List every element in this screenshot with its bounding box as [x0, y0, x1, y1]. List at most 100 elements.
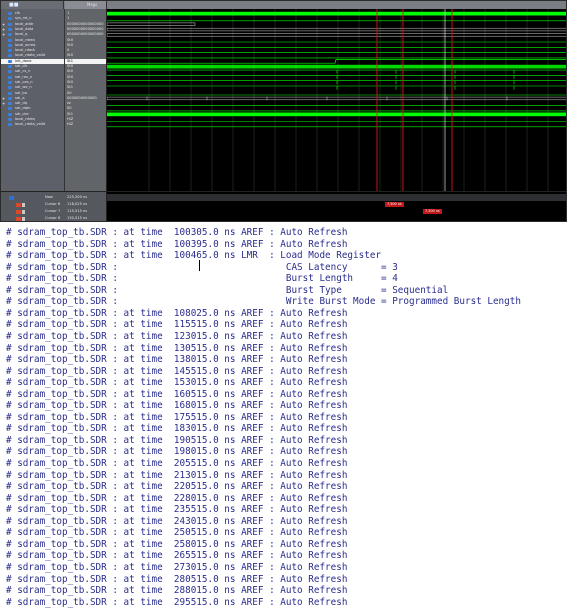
transcript-line: # sdram_top_tb.SDR : at time 288015.0 ns…	[6, 585, 348, 597]
signal-icon	[8, 96, 12, 100]
signal-icon	[8, 75, 12, 79]
signal-icon	[8, 112, 12, 116]
signal-icon	[8, 107, 12, 111]
cursor-row[interactable]: Cursor 8 130,515 ns	[1, 215, 107, 221]
cursor-icon[interactable]	[16, 209, 21, 214]
time-ruler[interactable]: 7,500 ns 7,500 ns	[107, 192, 566, 221]
bus-trace	[107, 33, 566, 37]
signal-name: local_rdata_valid	[15, 122, 46, 127]
transcript-line: # sdram_top_tb.SDR : Write Burst Mode = …	[6, 296, 521, 308]
transcript-line: # sdram_top_tb.SDR : at time 190515.0 ns…	[6, 434, 348, 446]
lock-icon[interactable]	[22, 209, 25, 214]
cursor-value: 225,300 ns	[67, 195, 88, 199]
transcript-line: # sdram_top_tb.SDR : at time 295515.0 ns…	[6, 596, 348, 608]
cursor-value: 115,515 ns	[67, 209, 88, 213]
transcript-line: # sdram_top_tb.SDR : at time 228015.0 ns…	[6, 492, 348, 504]
cursor-list[interactable]: Now 225,300 ns Cursor 6 118,025 ns Cursor 7 1…	[1, 192, 107, 221]
signal-icon	[8, 38, 12, 42]
bus-trace	[107, 27, 566, 32]
transcript-line: # sdram_top_tb.SDR : at time 205515.0 ns…	[6, 458, 348, 469]
transcript-line: # sdram_top_tb.SDR : at time 145515.0 ns…	[6, 365, 348, 377]
bus-trace	[107, 22, 196, 26]
lock-icon[interactable]	[22, 216, 25, 221]
signal-icon	[8, 54, 12, 58]
time-ruler-bar	[107, 194, 566, 201]
msgs-column-header[interactable]: Msgs	[65, 1, 107, 9]
transcript-line: # sdram_top_tb.SDR : at time 100305.0 ns…	[6, 227, 348, 238]
cursor-row[interactable]: Now 225,300 ns	[1, 194, 107, 201]
signal-value-row[interactable]: HiZ	[65, 122, 106, 127]
wave-header: ■■ Msgs	[1, 1, 566, 9]
bus-trace	[107, 96, 566, 101]
signal-icon	[8, 59, 12, 63]
transcript-line: # sdram_top_tb.SDR : Burst Length = 4	[6, 273, 398, 285]
transcript-line: # sdram_top_tb.SDR : CAS Latency = 3	[6, 261, 398, 273]
signal-icon	[8, 86, 12, 90]
cursor-panel: Now 225,300 ns Cursor 6 118,025 ns Cursor 7 1…	[1, 191, 566, 221]
cursor-row[interactable]: Cursor 7 115,515 ns	[1, 208, 107, 215]
signal-icon	[8, 33, 12, 37]
transcript-line: # sdram_top_tb.SDR : at time 115515.0 ns…	[6, 319, 348, 331]
transcript-line: # sdram_top_tb.SDR : at time 220515.0 ns…	[6, 481, 348, 493]
signal-value: HiZ	[67, 122, 74, 127]
signal-icon	[8, 12, 12, 15]
transcript-line: # sdram_top_tb.SDR : at time 235515.0 ns…	[6, 504, 348, 516]
transcript-line: # sdram_top_tb.SDR : at time 138015.0 ns…	[6, 354, 348, 366]
cursor-icon[interactable]	[16, 216, 21, 221]
transcript-line: # sdram_top_tb.SDR : at time 153015.0 ns…	[6, 377, 348, 389]
transcript-line: # sdram_top_tb.SDR : at time 198015.0 ns…	[6, 446, 348, 458]
signal-icon	[8, 70, 12, 74]
signal-icon	[8, 27, 12, 31]
signal-name-list[interactable]: clk sys_rst_n + local_addr + local_data + local…	[1, 9, 65, 191]
signal-value-list[interactable]: 1 1 0000000000000000 0000000000000000 000000…	[65, 9, 107, 191]
signal-icon	[8, 123, 12, 127]
cursor-delta-label-1[interactable]: 7,500 ns	[385, 202, 404, 207]
transcript-line: # sdram_top_tb.SDR : at time 213015.0 ns…	[6, 469, 348, 481]
cursor-label: Cursor 6	[45, 202, 61, 206]
cursor-value: 118,025 ns	[67, 202, 88, 206]
msgs-header-label: Msgs	[87, 2, 98, 7]
cursor-label: Cursor 8	[45, 216, 61, 220]
signal-icon	[8, 49, 12, 53]
now-icon[interactable]	[9, 195, 14, 200]
signal-icon	[8, 17, 12, 21]
signal-row[interactable]: local_rdata_valid	[1, 122, 64, 127]
transcript-pane[interactable]: # sdram_top_tb.SDR : at time 100305.0 ns…	[0, 225, 567, 610]
lock-icon[interactable]	[22, 202, 25, 207]
signal-icon	[8, 118, 12, 121]
transcript-line: # sdram_top_tb.SDR : at time 100395.0 ns…	[6, 238, 348, 250]
waveform-canvas[interactable]	[107, 9, 566, 191]
signal-icon	[8, 43, 12, 47]
cursor-label: Cursor 7	[45, 209, 61, 213]
transcript-line: # sdram_top_tb.SDR : at time 160515.0 ns…	[6, 388, 348, 400]
transcript-line: # sdram_top_tb.SDR : at time 265515.0 ns…	[6, 550, 348, 562]
cursor-row[interactable]: Cursor 6 118,025 ns	[1, 201, 107, 208]
signal-icon	[8, 91, 12, 95]
cursor-value: 130,515 ns	[67, 216, 88, 220]
wave-tool-icon: ■■	[9, 2, 19, 8]
signal-icon	[8, 80, 12, 84]
waveform-window: ■■ Msgs clk sys_rst_n + local_addr + local_da…	[0, 0, 567, 222]
transcript-line: # sdram_top_tb.SDR : at time 130515.0 ns…	[6, 342, 348, 354]
text-cursor	[199, 260, 200, 271]
transcript-line: # sdram_top_tb.SDR : at time 108025.0 ns…	[6, 307, 348, 319]
cursor-delta-label-2[interactable]: 7,500 ns	[423, 209, 442, 214]
transcript-line: # sdram_top_tb.SDR : at time 250515.0 ns…	[6, 527, 348, 539]
signal-column-header[interactable]: ■■	[1, 1, 64, 9]
cursor-icon[interactable]	[16, 202, 21, 207]
transcript-line: # sdram_top_tb.SDR : at time 100465.0 ns…	[6, 250, 382, 262]
transcript-line: # sdram_top_tb.SDR : at time 168015.0 ns…	[6, 400, 348, 412]
transcript-line: # sdram_top_tb.SDR : at time 175515.0 ns…	[6, 411, 348, 423]
cke-trace	[107, 112, 566, 117]
clock-trace	[107, 11, 566, 16]
sdram-clock-trace	[107, 64, 566, 69]
init-done-trace	[107, 59, 566, 64]
waveform-traces	[107, 9, 566, 191]
transcript-line: # sdram_top_tb.SDR : at time 280515.0 ns…	[6, 573, 348, 585]
signal-icon	[8, 102, 12, 106]
transcript-line: # sdram_top_tb.SDR : at time 273015.0 ns…	[6, 561, 348, 573]
cursor-label: Now	[45, 195, 53, 199]
transcript-line: # sdram_top_tb.SDR : at time 183015.0 ns…	[6, 423, 348, 435]
transcript-line: # sdram_top_tb.SDR : at time 243015.0 ns…	[6, 515, 348, 527]
signal-icon	[8, 22, 12, 26]
